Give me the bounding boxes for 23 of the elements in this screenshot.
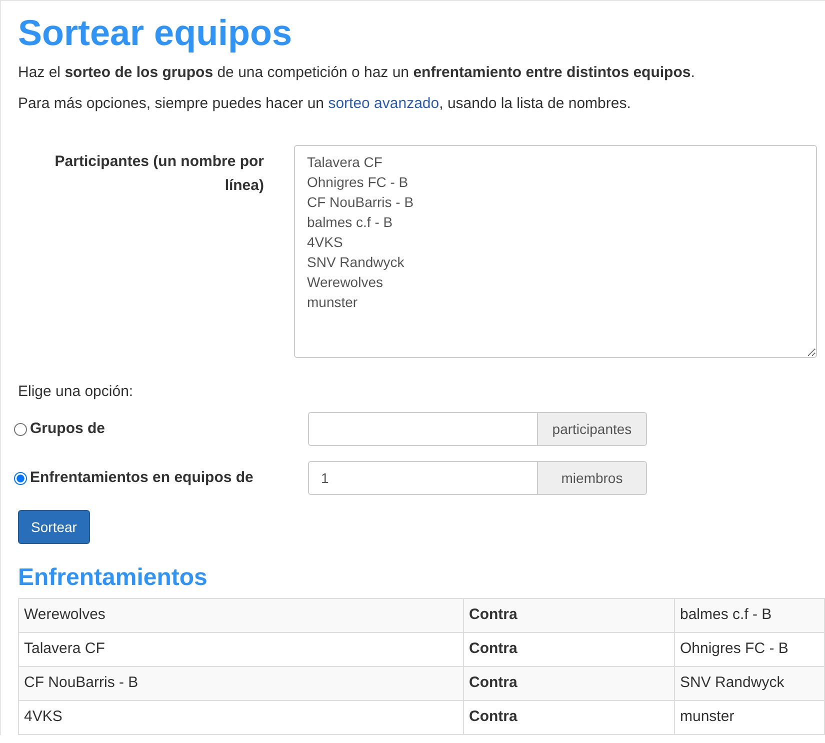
option-radio[interactable] [14,472,27,484]
versus-cell: Contra [464,700,674,734]
team-cell: Werewolves [18,598,464,632]
team-cell: 4VKS [18,700,464,734]
page-title: Sortear equipos [18,11,294,55]
option-label: Grupos de [30,418,106,439]
intro-text: Haz el sorteo de los grupos de una competición o haz un enfrentamiento entre distintos equipos. [18,63,696,83]
option-radio[interactable] [14,422,27,436]
intro-text: Para más opciones, siempre puedes hacer un sorteo avanzado, usando la lista de nombres. [18,94,632,114]
results-heading: Enfrentamientos [18,564,208,592]
number-field[interactable]: 1 [308,461,538,495]
participants-field[interactable]: Talavera CF Ohnigres FC - B CF NouBarris - B balmes c.f - B 4VKS SNV Randwyck Werewolves munster [294,145,817,358]
versus-cell: Contra [464,598,674,632]
number-field[interactable] [308,412,538,446]
advanced-link[interactable]: sorteo avanzado [328,95,440,112]
unit-label: participantes [538,412,647,446]
team-cell: munster [674,700,824,734]
unit-label: miembros [538,461,647,495]
team-cell: balmes c.f - B [674,598,824,632]
option-label: Enfrentamientos en equipos de [30,468,254,488]
submit-button[interactable]: Sortear [18,510,90,544]
field-label: Participantes (un nombre por línea) [54,152,264,196]
prompt-text: Elige una opción: [18,382,134,402]
